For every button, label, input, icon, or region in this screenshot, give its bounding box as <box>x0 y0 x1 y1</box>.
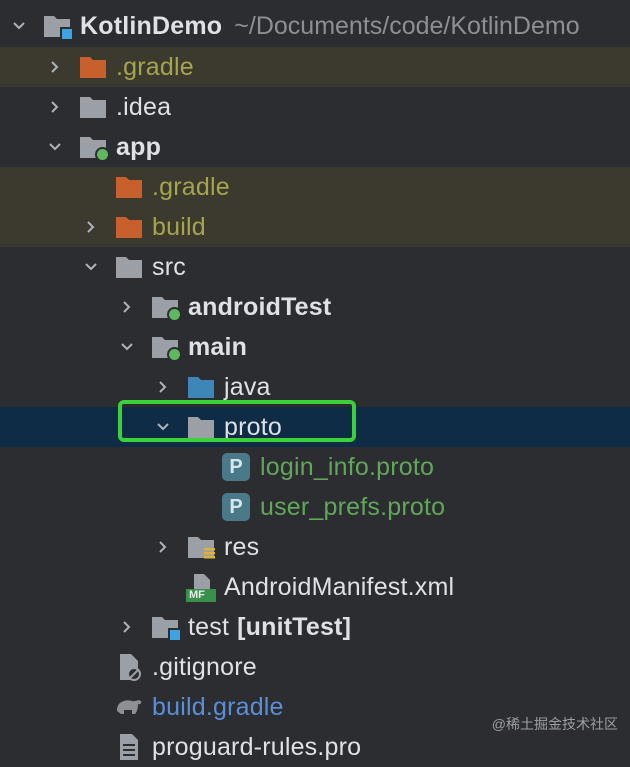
tree-row-login-info-proto[interactable]: P login_info.proto <box>0 447 630 487</box>
project-name: KotlinDemo <box>80 11 223 40</box>
tree-row-app[interactable]: app <box>0 127 630 167</box>
chevron-right-icon[interactable] <box>80 216 102 238</box>
tree-row-androidtest[interactable]: androidTest <box>0 287 630 327</box>
chevron-right-icon[interactable] <box>116 296 138 318</box>
proto-badge: P <box>222 493 250 521</box>
tree-row-src[interactable]: src <box>0 247 630 287</box>
folder-blue-icon <box>186 372 216 402</box>
source-folder-green-dot-icon <box>150 292 182 322</box>
tree-item-label: .gradle <box>116 52 194 81</box>
proto-file-icon: P <box>222 452 252 482</box>
tree-item-label: proguard-rules.pro <box>152 732 362 761</box>
gradle-elephant-icon <box>114 692 144 722</box>
tree-item-label: build <box>152 212 206 241</box>
tree-item-label: AndroidManifest.xml <box>224 572 455 601</box>
test-folder-icon <box>150 612 182 642</box>
tree-item-label: src <box>152 252 186 281</box>
project-path: ~/Documents/code/KotlinDemo <box>234 11 580 40</box>
source-folder-green-dot-icon <box>150 332 182 362</box>
module-folder-icon <box>78 132 110 162</box>
tree-row-build[interactable]: build <box>0 207 630 247</box>
proto-badge: P <box>222 453 250 481</box>
folder-gray-icon <box>78 92 108 122</box>
tree-item-label: app <box>116 132 162 161</box>
chevron-down-icon[interactable] <box>80 256 102 278</box>
tree-row-app-gradle[interactable]: .gradle <box>0 167 630 207</box>
chevron-right-icon[interactable] <box>44 56 66 78</box>
tree-row-gitignore[interactable]: .gitignore <box>0 647 630 687</box>
folder-gray-icon <box>114 252 144 282</box>
watermark: @稀土掘金技术社区 <box>491 716 618 732</box>
chevron-right-icon[interactable] <box>116 616 138 638</box>
chevron-right-icon[interactable] <box>152 376 174 398</box>
tree-row-test[interactable]: test [unitTest] <box>0 607 630 647</box>
folder-orange-icon <box>114 212 144 242</box>
tree-row-main[interactable]: main <box>0 327 630 367</box>
tree-item-label: androidTest <box>188 292 332 321</box>
chevron-down-icon[interactable] <box>116 336 138 358</box>
tree-item-label: .idea <box>116 92 172 121</box>
tree-row-gradle-root[interactable]: .gradle <box>0 47 630 87</box>
ignored-file-icon <box>114 652 144 682</box>
tree-row-project-root[interactable]: KotlinDemo ~/Documents/code/KotlinDemo <box>0 6 630 46</box>
resources-folder-icon <box>186 532 216 562</box>
manifest-file-icon: MF <box>186 572 216 602</box>
tree-item-label: java <box>224 372 271 401</box>
tree-row-res[interactable]: res <box>0 527 630 567</box>
tree-item-label: user_prefs.proto <box>260 492 446 521</box>
tree-item-label: .gitignore <box>152 652 257 681</box>
tree-row-idea[interactable]: .idea <box>0 87 630 127</box>
tree-item-suffix: [unitTest] <box>237 612 352 641</box>
tree-row-user-prefs-proto[interactable]: P user_prefs.proto <box>0 487 630 527</box>
chevron-right-icon[interactable] <box>152 536 174 558</box>
folder-orange-icon <box>114 172 144 202</box>
manifest-badge: MF <box>189 589 205 601</box>
tree-item-label: .gradle <box>152 172 230 201</box>
folder-orange-icon <box>78 52 108 82</box>
tree-row-android-manifest[interactable]: MF AndroidManifest.xml <box>0 567 630 607</box>
chevron-right-icon[interactable] <box>44 96 66 118</box>
tree-item-label: res <box>224 532 260 561</box>
text-file-icon <box>114 732 144 762</box>
chevron-down-icon[interactable] <box>44 136 66 158</box>
chevron-down-icon[interactable] <box>8 15 30 37</box>
tree-item-label: login_info.proto <box>260 452 435 481</box>
proto-file-icon: P <box>222 492 252 522</box>
project-folder-icon <box>42 11 74 41</box>
tree-item-label: build.gradle <box>152 692 284 721</box>
tree-item-label: test <box>188 612 230 641</box>
tree-item-label: main <box>188 332 248 361</box>
selection-highlight-box <box>118 400 356 442</box>
